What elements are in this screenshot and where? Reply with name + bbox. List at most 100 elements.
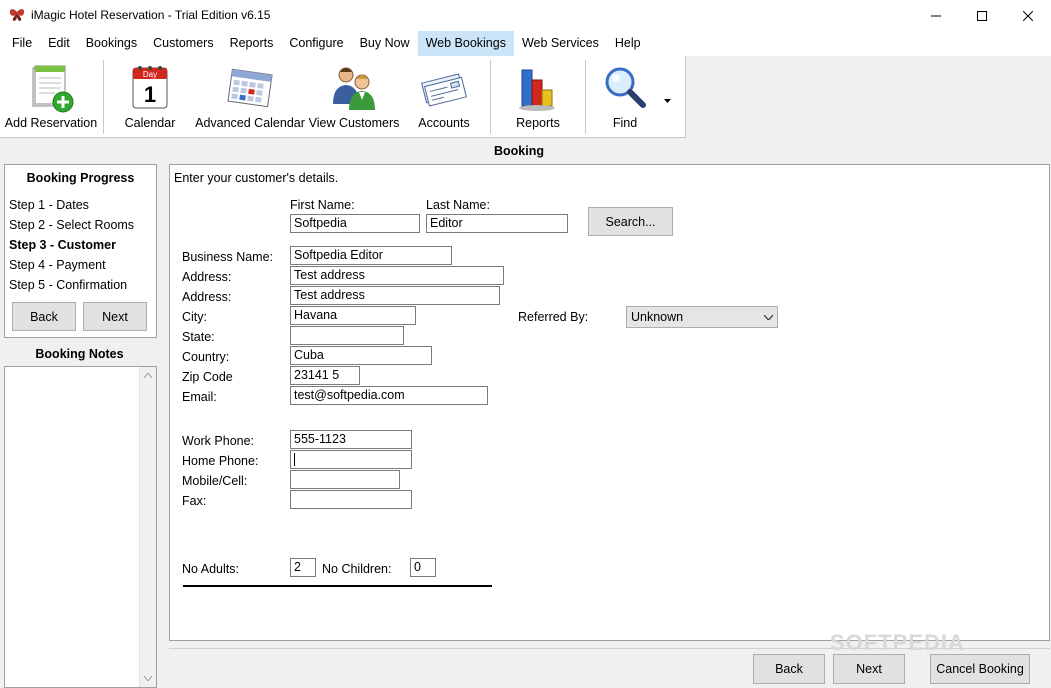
menu-web-bookings[interactable]: Web Bookings — [417, 31, 514, 56]
minimize-button[interactable] — [913, 0, 959, 31]
menu-reports[interactable]: Reports — [222, 31, 282, 56]
menu-file[interactable]: File — [4, 31, 40, 56]
scroll-up-icon[interactable] — [144, 373, 152, 378]
progress-next-button[interactable]: Next — [83, 302, 147, 331]
email-field[interactable]: test@softpedia.com — [290, 386, 488, 405]
reports-label: Reports — [516, 116, 560, 130]
country-label: Country: — [182, 350, 230, 364]
add-reservation-icon — [32, 65, 74, 113]
chevron-down-icon — [764, 314, 773, 320]
reports-button[interactable]: Reports — [496, 56, 580, 138]
zip-code-label: Zip Code — [182, 370, 233, 384]
calendar-label: Calendar — [124, 116, 176, 130]
window-title: iMagic Hotel Reservation - Trial Edition… — [31, 8, 271, 22]
address-1-label: Address: — [182, 270, 232, 284]
children-field[interactable]: 0 — [410, 558, 436, 577]
progress-step-1: Step 1 - Dates — [9, 198, 89, 212]
fax-label: Fax: — [182, 494, 207, 508]
adults-label: No Adults: — [182, 562, 239, 576]
city-field[interactable]: Havana — [290, 306, 416, 325]
find-dropdown-arrow[interactable] — [664, 92, 671, 106]
menu-web-services[interactable]: Web Services — [514, 31, 607, 56]
referred-by-select[interactable]: Unknown — [626, 306, 778, 328]
advanced-calendar-label: Advanced Calendar — [195, 116, 305, 130]
last-name-field[interactable]: Editor — [426, 214, 568, 233]
progress-step-2: Step 2 - Select Rooms — [9, 218, 135, 232]
zip-code-field[interactable]: 23141 5 — [290, 366, 360, 385]
close-button[interactable] — [1005, 0, 1051, 31]
maximize-icon — [977, 10, 987, 21]
find-button[interactable]: Find — [592, 56, 658, 138]
watermark: SOFTPEDIA — [830, 630, 965, 655]
notes-scrollbar[interactable] — [139, 367, 156, 687]
fax-field[interactable] — [290, 490, 412, 509]
address-2-field[interactable]: Test address — [290, 286, 500, 305]
booking-notes-textarea[interactable] — [4, 366, 157, 688]
accounts-button[interactable]: Accounts — [404, 56, 484, 138]
customers-icon — [333, 67, 375, 110]
toolbar-separator — [585, 60, 586, 134]
search-customer-button[interactable]: Search... — [588, 207, 673, 236]
menu-bar: File Edit Bookings Customers Reports Configur… — [0, 31, 1051, 56]
calendar-icon-day: Day — [143, 70, 157, 79]
mobile-field[interactable] — [290, 470, 400, 489]
country-field[interactable]: Cuba — [290, 346, 432, 365]
menu-configure[interactable]: Configure — [281, 31, 351, 56]
menu-edit[interactable]: Edit — [40, 31, 78, 56]
business-name-field[interactable]: Softpedia Editor — [290, 246, 452, 265]
address-1-field[interactable]: Test address — [290, 266, 504, 285]
address-2-label: Address: — [182, 290, 232, 304]
progress-step-5: Step 5 - Confirmation — [9, 278, 128, 292]
adults-field[interactable]: 2 — [290, 558, 316, 577]
form-instructions: Enter your customer's details. — [174, 171, 339, 185]
form-divider — [183, 585, 492, 587]
magnifier-icon — [605, 67, 646, 108]
footer-next-button[interactable]: Next — [833, 654, 905, 684]
state-label: State: — [182, 330, 215, 344]
booking-header: Booking — [494, 144, 544, 158]
booking-progress-title: Booking Progress — [26, 171, 135, 185]
close-icon — [1023, 10, 1033, 21]
calendar-icon: Day 1 — [132, 66, 168, 109]
advanced-calendar-icon — [227, 68, 273, 108]
referred-by-label: Referred By: — [518, 310, 589, 324]
children-label: No Children: — [322, 562, 392, 576]
progress-step-4: Step 4 - Payment — [9, 258, 106, 272]
home-phone-field[interactable] — [290, 450, 412, 469]
calendar-icon-number: 1 — [144, 82, 156, 107]
scroll-down-icon[interactable] — [144, 676, 152, 681]
toolbar-separator — [103, 60, 104, 134]
progress-step-3: Step 3 - Customer — [9, 238, 116, 252]
add-reservation-label: Add Reservation — [4, 116, 98, 130]
city-label: City: — [182, 310, 207, 324]
booking-notes-title: Booking Notes — [35, 347, 124, 361]
work-phone-label: Work Phone: — [182, 434, 255, 448]
first-name-field[interactable]: Softpedia — [290, 214, 420, 233]
referred-by-value: Unknown — [631, 310, 684, 324]
cancel-booking-button[interactable]: Cancel Booking — [930, 654, 1030, 684]
accounts-label: Accounts — [418, 116, 470, 130]
menu-customers[interactable]: Customers — [145, 31, 221, 56]
reports-chart-icon — [519, 69, 555, 111]
view-customers-label: View Customers — [308, 116, 400, 130]
progress-back-button[interactable]: Back — [12, 302, 76, 331]
home-phone-label: Home Phone: — [182, 454, 259, 468]
state-field[interactable] — [290, 326, 404, 345]
text-cursor — [294, 453, 295, 466]
add-reservation-button[interactable]: Add Reservation — [2, 56, 100, 138]
toolbar: Add Reservation Day 1 Calendar Advanced … — [0, 56, 686, 138]
view-customers-button[interactable]: View Customers — [308, 56, 400, 138]
maximize-button[interactable] — [959, 0, 1005, 31]
menu-bookings[interactable]: Bookings — [78, 31, 145, 56]
footer-back-button[interactable]: Back — [753, 654, 825, 684]
first-name-label: First Name: — [290, 198, 355, 212]
work-phone-field[interactable]: 555-1123 — [290, 430, 412, 449]
email-label: Email: — [182, 390, 217, 404]
calendar-button[interactable]: Day 1 Calendar — [110, 56, 190, 138]
advanced-calendar-button[interactable]: Advanced Calendar — [195, 56, 305, 138]
menu-help[interactable]: Help — [607, 31, 649, 56]
booking-progress-panel: Booking Progress Step 1 - Dates Step 2 -… — [4, 164, 157, 338]
last-name-label: Last Name: — [426, 198, 490, 212]
menu-buy-now[interactable]: Buy Now — [352, 31, 418, 56]
business-name-label: Business Name: — [182, 250, 274, 264]
